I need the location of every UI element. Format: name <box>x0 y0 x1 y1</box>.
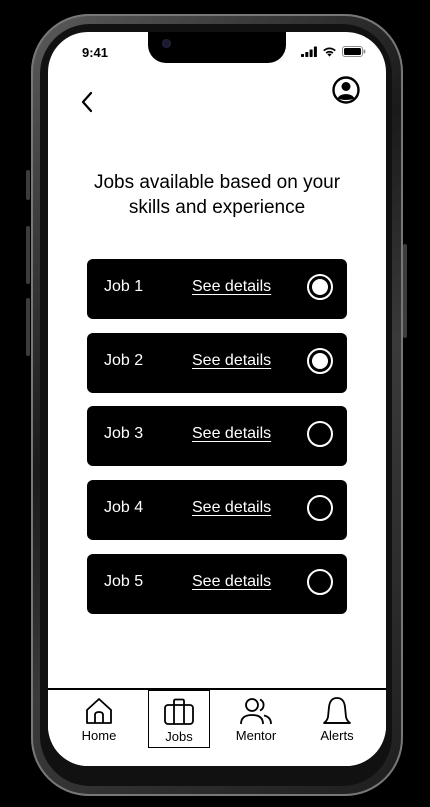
battery-icon <box>342 46 366 57</box>
power-button <box>403 244 407 338</box>
job-card: Job 2 See details <box>87 333 347 393</box>
see-details-link[interactable]: See details <box>192 425 271 443</box>
volume-down-button <box>26 298 30 356</box>
profile-button[interactable] <box>332 76 360 104</box>
job-select-radio[interactable] <box>307 569 333 595</box>
camera-icon <box>162 39 171 48</box>
job-title: Job 3 <box>104 425 144 442</box>
job-select-radio[interactable] <box>307 274 333 300</box>
volume-up-button <box>26 226 30 284</box>
nav-label-mentor: Mentor <box>235 728 277 743</box>
job-title: Job 1 <box>104 278 144 295</box>
chevron-left-icon <box>81 91 93 113</box>
see-details-link[interactable]: See details <box>192 352 271 370</box>
job-card: Job 3 See details <box>87 406 347 466</box>
phone-screen: 9:41 Jobs available based on your skills… <box>48 32 386 766</box>
page-title: Jobs available based on your skills and … <box>93 172 341 218</box>
status-time: 9:41 <box>82 45 109 60</box>
users-icon <box>240 698 272 725</box>
back-button[interactable] <box>76 88 100 116</box>
job-card: Job 4 See details <box>87 480 347 540</box>
nav-label-alerts: Alerts <box>320 728 354 743</box>
status-icons <box>301 46 366 57</box>
nav-item-jobs[interactable]: Jobs <box>148 690 210 748</box>
nav-label-home: Home <box>81 728 117 743</box>
job-title: Job 2 <box>104 352 144 369</box>
job-card: Job 1 See details <box>87 259 347 319</box>
user-circle-icon <box>332 76 360 104</box>
job-title: Job 4 <box>104 499 144 516</box>
nav-item-mentor[interactable]: Mentor <box>225 690 287 748</box>
bottom-nav: Home Jobs Mentor Alerts <box>48 688 386 766</box>
nav-label-jobs: Jobs <box>165 729 193 744</box>
job-select-radio[interactable] <box>307 348 333 374</box>
job-select-radio[interactable] <box>307 495 333 521</box>
see-details-link[interactable]: See details <box>192 499 271 517</box>
job-title: Job 5 <box>104 573 144 590</box>
briefcase-icon <box>164 698 194 725</box>
signal-icon <box>301 46 317 57</box>
bell-icon <box>323 697 351 724</box>
see-details-link[interactable]: See details <box>192 573 271 591</box>
wifi-icon <box>323 47 336 57</box>
nav-item-alerts[interactable]: Alerts <box>306 690 368 748</box>
nav-item-home[interactable]: Home <box>68 690 130 748</box>
home-icon <box>86 698 112 724</box>
job-card: Job 5 See details <box>87 554 347 614</box>
see-details-link[interactable]: See details <box>192 278 271 296</box>
mute-switch <box>26 170 30 200</box>
job-select-radio[interactable] <box>307 421 333 447</box>
notch <box>148 32 286 63</box>
